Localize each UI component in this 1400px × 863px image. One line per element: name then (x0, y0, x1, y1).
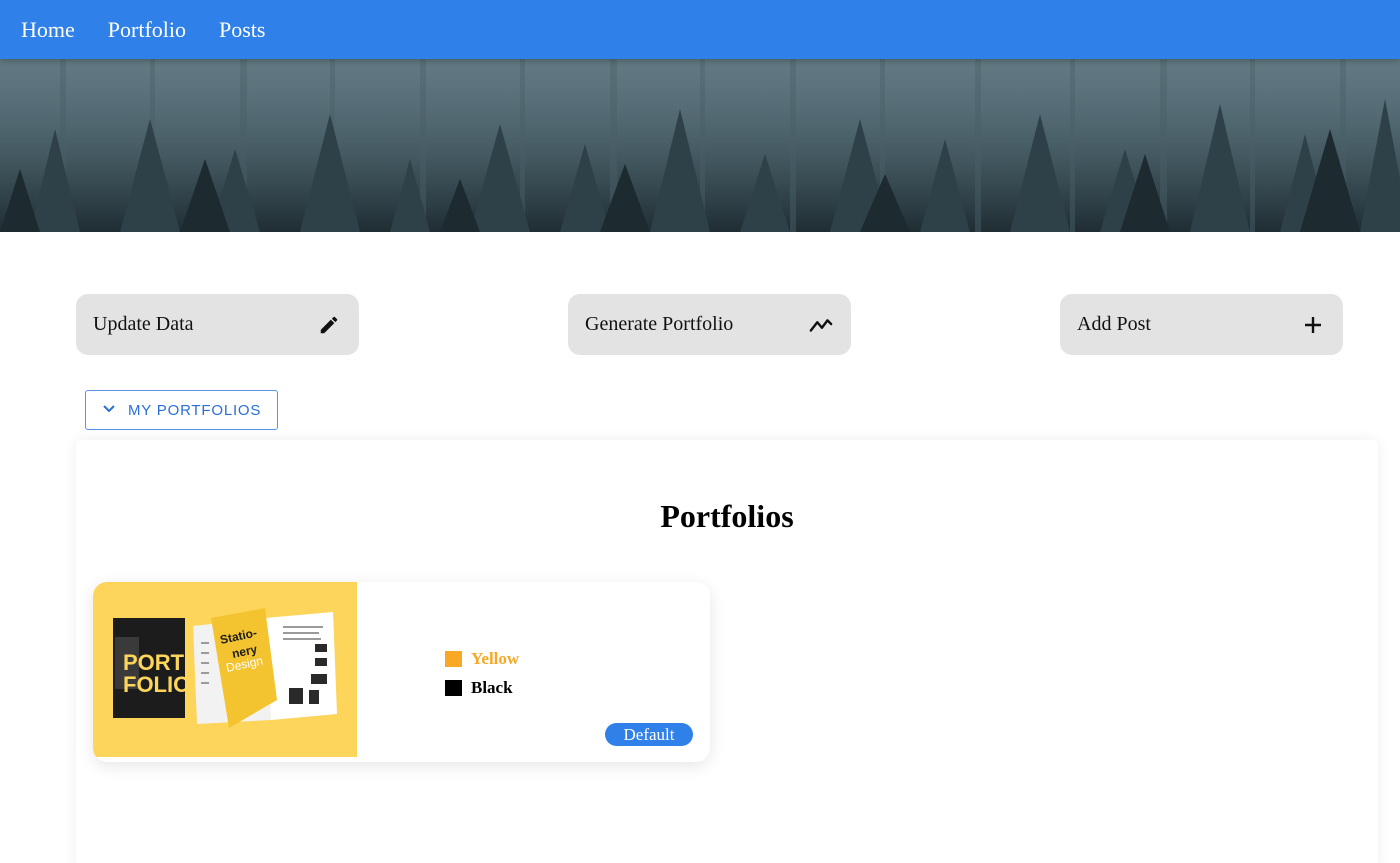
black-swatch (445, 680, 462, 696)
nav-portfolio-link[interactable]: Portfolio (108, 18, 186, 41)
hero-forest-banner (0, 59, 1400, 232)
my-portfolios-label: MY PORTFOLIOS (128, 401, 262, 419)
add-post-label: Add Post (1077, 313, 1151, 335)
my-portfolios-toggle[interactable]: MY PORTFOLIOS (85, 390, 278, 430)
color-item-yellow: Yellow (445, 649, 519, 669)
add-post-button[interactable]: Add Post (1060, 294, 1343, 355)
generate-portfolio-button[interactable]: Generate Portfolio (568, 294, 851, 355)
update-data-label: Update Data (93, 313, 194, 335)
pencil-icon (317, 313, 341, 337)
trending-line-icon (809, 313, 833, 337)
generate-portfolio-label: Generate Portfolio (585, 313, 734, 335)
portfolio-thumbnail: PORT FOLIO Statio- nery Design (93, 582, 357, 757)
yellow-swatch (445, 651, 462, 667)
color-name-black: Black (471, 678, 513, 697)
color-name-yellow: Yellow (471, 649, 520, 668)
plus-icon (1301, 313, 1325, 337)
portfolio-card[interactable]: PORT FOLIO Statio- nery Design Yellow Bl… (93, 582, 710, 762)
forest-illustration (0, 59, 1400, 232)
default-badge: Default (605, 723, 693, 746)
top-navbar: Home Portfolio Posts (0, 0, 1400, 59)
portfolios-title: Portfolios (660, 498, 794, 534)
chevron-down-icon (102, 401, 116, 419)
color-item-black: Black (445, 678, 513, 698)
nav-home-link[interactable]: Home (21, 18, 75, 41)
thumbnail-folio-text: FOLIO (123, 672, 190, 697)
portfolios-panel: Portfolios PORT FOLIO Statio- nery Desig… (76, 440, 1378, 863)
nav-posts-link[interactable]: Posts (219, 18, 265, 41)
update-data-button[interactable]: Update Data (76, 294, 359, 355)
